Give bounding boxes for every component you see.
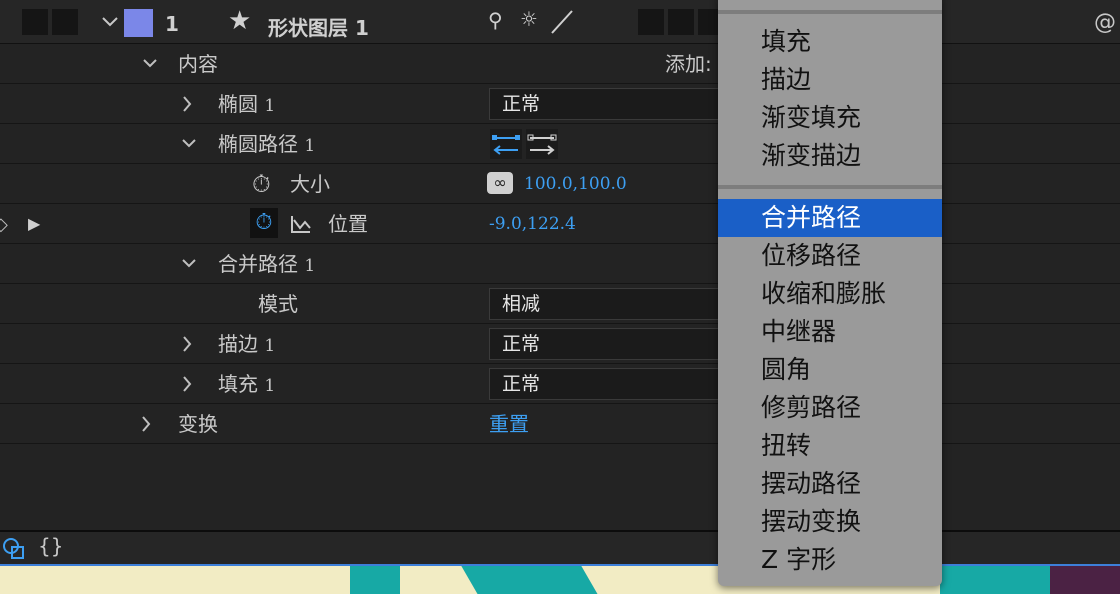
transform-label: 变换	[178, 412, 218, 436]
menu-item-stroke[interactable]: 描边	[718, 61, 942, 99]
fill-blend-mode-dropdown[interactable]: 正常	[489, 368, 729, 400]
menu-item-offset-paths[interactable]: 位移路径	[718, 237, 942, 275]
switch-box-2[interactable]	[668, 9, 694, 35]
path-direction-forward-icon[interactable]	[526, 129, 558, 159]
chevron-right-icon[interactable]	[178, 324, 196, 364]
menu-item-repeater[interactable]: 中继器	[718, 313, 942, 351]
menu-item-merge-paths[interactable]: 合并路径	[718, 199, 942, 237]
layer-name[interactable]: 形状图层 1	[268, 12, 369, 41]
stroke-blend-mode-dropdown[interactable]: 正常	[489, 328, 729, 360]
ellipse-blend-mode-dropdown[interactable]: 正常	[489, 88, 729, 120]
add-shape-menu: 填充 描边 渐变填充 渐变描边 合并路径 位移路径 收缩和膨胀 中继器 圆角 修…	[718, 0, 942, 586]
mode-row: 模式 相减	[0, 284, 1120, 324]
play-triangle-icon[interactable]: ▶	[28, 214, 40, 233]
stroke-index: 1	[264, 336, 276, 356]
graph-icon[interactable]	[290, 214, 312, 234]
chevron-down-icon[interactable]	[141, 44, 159, 84]
teal-shape	[350, 566, 400, 594]
chevron-down-icon[interactable]	[180, 244, 198, 284]
chevron-right-icon[interactable]	[178, 364, 196, 404]
purple-shape	[1050, 566, 1120, 594]
menu-item-fill[interactable]: 填充	[718, 23, 942, 61]
menu-separator-top	[718, 10, 942, 14]
stopwatch-active-icon[interactable]: ⏱	[250, 208, 278, 238]
spiral-icon[interactable]: @	[1094, 10, 1116, 35]
stopwatch-icon[interactable]: ⏱	[252, 170, 271, 198]
position-row: ◇ ▶ ⏱ 位置 -9.0,122.4	[0, 204, 1120, 244]
size-label: 大小	[290, 172, 330, 196]
chevron-right-icon[interactable]	[137, 404, 155, 444]
size-row: ⏱ 大小 ∞ 100.0,100.0	[0, 164, 1120, 204]
size-value[interactable]: 100.0,100.0	[524, 164, 627, 204]
fill-label: 填充 1	[218, 364, 275, 406]
menu-item-trim-paths[interactable]: 修剪路径	[718, 389, 942, 427]
star-icon: ★	[228, 6, 252, 36]
merge-paths-label-text: 合并路径	[218, 252, 298, 276]
stroke-row: 描边 1 正常	[0, 324, 1120, 364]
ellipse-path-label-text: 椭圆路径	[218, 132, 298, 156]
quality-icon[interactable]	[550, 9, 574, 35]
ellipse-path-row: 椭圆路径 1	[0, 124, 1120, 164]
ellipse-label-text: 椭圆	[218, 92, 258, 116]
menu-item-gradient-fill[interactable]: 渐变填充	[718, 99, 942, 137]
contents-row: 内容 添加:	[0, 44, 1120, 84]
ellipse-path-index: 1	[304, 136, 316, 156]
keyframe-diamond-icon[interactable]: ◇	[0, 214, 8, 235]
menu-item-wiggle-transform[interactable]: 摆动变换	[718, 503, 942, 541]
fill-index: 1	[264, 376, 276, 396]
chevron-right-icon[interactable]	[178, 84, 196, 124]
switch-box-1[interactable]	[638, 9, 664, 35]
merge-paths-row: 合并路径 1	[0, 244, 1120, 284]
comp-viewer-strip	[0, 566, 1120, 594]
collapse-icon[interactable]: ☼	[520, 7, 538, 31]
transform-row: 变换 重置	[0, 404, 1120, 444]
chevron-down-icon[interactable]	[101, 16, 119, 28]
stroke-label: 描边 1	[218, 324, 275, 366]
chevron-down-icon[interactable]	[180, 124, 198, 164]
position-value[interactable]: -9.0,122.4	[489, 204, 576, 244]
layer-label-color[interactable]	[124, 9, 153, 37]
path-direction-reverse-icon[interactable]	[490, 129, 522, 159]
ellipse-path-label: 椭圆路径 1	[218, 124, 315, 166]
fill-label-text: 填充	[218, 372, 258, 396]
menu-separator	[718, 185, 942, 189]
solo-switch[interactable]	[52, 9, 78, 35]
position-label: 位置	[328, 212, 368, 236]
merge-paths-label: 合并路径 1	[218, 244, 315, 286]
video-switch[interactable]	[22, 9, 48, 35]
menu-item-zig-zag[interactable]: Z 字形	[718, 541, 942, 579]
ellipse-index: 1	[264, 96, 276, 116]
teal-shape	[455, 566, 605, 594]
mode-label: 模式	[258, 292, 298, 316]
layer-header-row: 1 ★ 形状图层 1 ⚲ ☼ @	[0, 0, 1120, 44]
bracket-toggle-icon[interactable]: {}	[38, 534, 63, 558]
contents-label: 内容	[178, 52, 218, 76]
layer-switches-icon[interactable]	[2, 536, 26, 560]
layer-number: 1	[165, 12, 179, 36]
ellipse-label: 椭圆 1	[218, 84, 275, 126]
menu-item-pucker-bloat[interactable]: 收缩和膨胀	[718, 275, 942, 313]
teal-shape	[940, 566, 1050, 594]
menu-item-gradient-stroke[interactable]: 渐变描边	[718, 137, 942, 175]
link-icon[interactable]: ∞	[487, 172, 513, 194]
menu-item-twist[interactable]: 扭转	[718, 427, 942, 465]
add-label[interactable]: 添加:	[665, 44, 712, 84]
menu-item-round-corners[interactable]: 圆角	[718, 351, 942, 389]
fill-row: 填充 1 正常	[0, 364, 1120, 404]
stroke-label-text: 描边	[218, 332, 258, 356]
merge-paths-index: 1	[304, 256, 316, 276]
bottom-toolbar: {}	[0, 532, 1120, 566]
mode-dropdown[interactable]: 相减	[489, 288, 729, 320]
menu-item-wiggle-paths[interactable]: 摆动路径	[718, 465, 942, 503]
shy-icon[interactable]: ⚲	[488, 8, 503, 32]
ellipse-row: 椭圆 1 正常	[0, 84, 1120, 124]
transform-reset-link[interactable]: 重置	[489, 404, 529, 444]
